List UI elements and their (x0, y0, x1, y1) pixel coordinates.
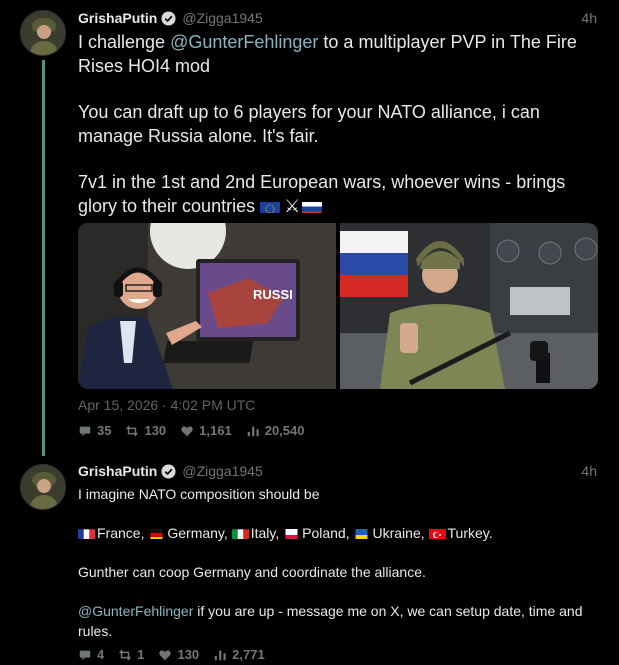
tweet-header: GrishaPutin @Zigga1945 4h (78, 462, 597, 480)
tweet-text: I imagine NATO composition should be Fra… (78, 485, 598, 641)
reply-icon (79, 650, 91, 660)
like-count: 130 (177, 647, 200, 662)
avatar[interactable] (20, 464, 66, 510)
reply-button[interactable]: 4 (78, 647, 104, 662)
mention-link[interactable]: @GunterFehlinger (78, 603, 193, 619)
country-poland: Poland (302, 525, 346, 541)
tweet-date[interactable]: Apr 15, 2026 · 4:02 PM UTC (78, 397, 255, 413)
tweet-stats: 4 1 130 2,771 (78, 647, 265, 662)
bar-chart-icon (247, 426, 259, 436)
screen-overlay-text: RUSSI (253, 287, 293, 302)
views-button[interactable]: 20,540 (246, 423, 305, 438)
text-paragraph: I imagine NATO composition should be (78, 486, 320, 502)
ukraine-flag-icon (353, 527, 370, 539)
retweet-count: 1 (137, 647, 145, 662)
like-button[interactable]: 130 (158, 647, 199, 662)
avatar[interactable] (20, 10, 66, 56)
reply-count: 35 (97, 423, 112, 438)
view-count: 2,771 (232, 647, 265, 662)
text-paragraph: You can draft up to 6 players for your N… (78, 102, 540, 146)
retweet-icon (119, 648, 132, 661)
poland-flag-icon (283, 527, 300, 539)
verified-icon (161, 10, 176, 26)
user-handle[interactable]: @Zigga1945 (182, 463, 262, 479)
view-count: 20,540 (264, 423, 305, 438)
turkey-flag-icon (428, 527, 446, 539)
country-germany: Germany (167, 525, 224, 541)
tweet-time[interactable]: 4h (581, 463, 597, 479)
user-handle[interactable]: @Zigga1945 (182, 10, 262, 26)
crossed-swords-icon: ⚔ (284, 195, 301, 216)
france-flag-icon (78, 527, 95, 539)
russia-flag-icon (302, 199, 323, 213)
germany-flag-icon (148, 527, 165, 539)
italy-flag-icon (231, 527, 249, 539)
photo-soldier-with-flag[interactable] (340, 223, 598, 389)
reply-count: 4 (97, 647, 105, 662)
thread-connector-line (42, 60, 45, 456)
country-ukraine: Ukraine (372, 525, 421, 541)
tweet-header: GrishaPutin @Zigga1945 4h (78, 9, 597, 27)
country-turkey: Turkey. (447, 525, 493, 541)
views-button[interactable]: 2,771 (213, 647, 265, 662)
display-name[interactable]: GrishaPutin (78, 10, 157, 26)
retweet-button[interactable]: 1 (118, 647, 144, 662)
country-list: France, Germany, Italy, Poland, Ukraine,… (78, 524, 598, 544)
display-name[interactable]: GrishaPutin (78, 463, 157, 479)
tweet-text: I challenge @GunterFehlinger to a multip… (78, 31, 598, 218)
heart-icon (159, 649, 172, 660)
verified-icon (161, 463, 176, 479)
eu-flag-icon (260, 199, 281, 213)
like-count: 1,161 (199, 423, 232, 438)
media-gallery[interactable]: RUSSI (78, 223, 598, 389)
retweet-count: 130 (144, 423, 167, 438)
reply-icon (79, 426, 91, 436)
heart-icon (181, 425, 193, 436)
retweet-button[interactable]: 130 (125, 423, 166, 438)
text-paragraph: Gunther can coop Germany and coordinate … (78, 564, 426, 580)
retweet-icon (126, 424, 139, 437)
tweet-time[interactable]: 4h (581, 10, 597, 26)
country-italy: Italy (250, 525, 276, 541)
country-france: France (97, 525, 141, 541)
like-button[interactable]: 1,161 (180, 423, 232, 438)
text-segment: I challenge (78, 32, 171, 52)
tweet-stats: 35 130 1,161 20,540 (78, 423, 304, 438)
reply-button[interactable]: 35 (78, 423, 111, 438)
photo-streamer-with-headset[interactable]: RUSSI (78, 223, 336, 389)
mention-link[interactable]: @GunterFehlinger (170, 32, 318, 52)
bar-chart-icon (214, 650, 226, 660)
